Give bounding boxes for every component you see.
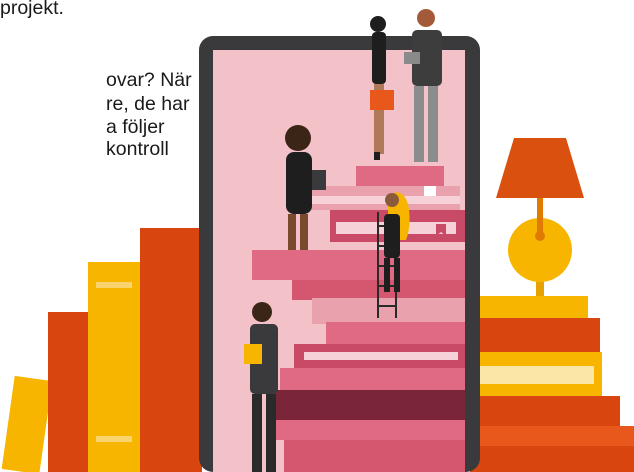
handbag [370, 90, 394, 110]
book [312, 298, 465, 324]
book [470, 396, 620, 426]
book [280, 368, 465, 390]
right-books [468, 138, 634, 472]
book [470, 446, 634, 472]
lamp-shade [496, 138, 584, 198]
library-illustration [1, 9, 634, 472]
book [276, 420, 465, 440]
left-books [1, 228, 202, 472]
book [252, 250, 465, 280]
book-spine [48, 312, 88, 472]
book [470, 426, 634, 446]
tablet-device [404, 52, 420, 64]
phone [312, 170, 326, 190]
book [478, 296, 588, 320]
book [284, 440, 465, 472]
book-spine [140, 228, 202, 472]
book [468, 318, 600, 352]
book [266, 390, 465, 420]
leaning-book [1, 375, 53, 472]
book [356, 166, 444, 188]
book-held [244, 344, 262, 364]
book [326, 322, 465, 344]
